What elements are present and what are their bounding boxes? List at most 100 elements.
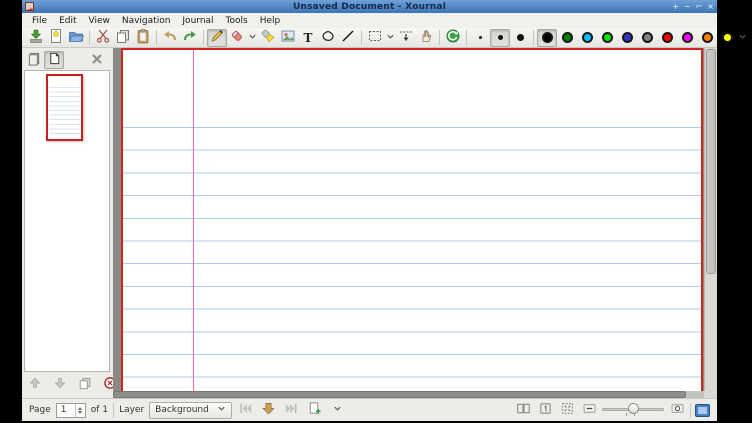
- ruler-icon: [340, 28, 356, 47]
- vertical-scrollbar-thumb[interactable]: [706, 49, 716, 274]
- canvas-area[interactable]: [113, 48, 717, 398]
- first-page-button[interactable]: [237, 402, 255, 418]
- layer-value: Background: [155, 405, 209, 415]
- paired-pages-button[interactable]: [514, 402, 532, 418]
- spin-down-icon[interactable]: [78, 411, 82, 414]
- presentation-mode-button[interactable]: [536, 402, 554, 418]
- paired-pages-icon: [516, 401, 531, 419]
- image-tool-button[interactable]: [278, 29, 298, 47]
- color-lightblue-swatch: [582, 32, 593, 43]
- page-thumbnail-panel[interactable]: [24, 70, 110, 372]
- sidebar-tab-pages[interactable]: [44, 51, 64, 69]
- titlebar[interactable]: Unsaved Document - Xournal + − ⌐ ×: [22, 0, 717, 13]
- chevron-down-icon: [386, 32, 395, 44]
- minimize-button[interactable]: −: [684, 1, 691, 12]
- text-tool-button[interactable]: T: [298, 29, 318, 47]
- zoom-fit-button[interactable]: [558, 402, 576, 418]
- page-thumbnail[interactable]: [46, 74, 83, 141]
- color-orange-swatch: [702, 32, 713, 43]
- menu-edit[interactable]: Edit: [53, 15, 82, 27]
- close-button[interactable]: ×: [707, 1, 714, 12]
- select-options-dropdown[interactable]: [385, 29, 396, 47]
- zoom-reset-button[interactable]: [668, 402, 686, 418]
- menu-tools[interactable]: Tools: [220, 15, 254, 27]
- toolbar-separator: [361, 30, 362, 45]
- color-blue-button[interactable]: [617, 29, 637, 47]
- new-page-options-dropdown[interactable]: [329, 402, 347, 418]
- default-pen-button[interactable]: [443, 29, 463, 47]
- redo-icon: [182, 28, 198, 47]
- sidebar-close-button[interactable]: [87, 51, 107, 69]
- sidebar-tabs: [24, 50, 111, 70]
- chevron-down-icon: [217, 404, 226, 416]
- window-title: Unsaved Document - Xournal: [22, 2, 717, 12]
- paste-icon: [135, 28, 151, 47]
- chevron-down-icon: [333, 404, 342, 416]
- layer-combobox[interactable]: Background: [149, 402, 232, 419]
- vertical-scrollbar[interactable]: [704, 48, 717, 391]
- color-gray-button[interactable]: [637, 29, 657, 47]
- cut-button[interactable]: [93, 29, 113, 47]
- statusbar-separator: [690, 403, 691, 418]
- zoom-out-button[interactable]: [580, 402, 598, 418]
- color-red-button[interactable]: [657, 29, 677, 47]
- color-black-button[interactable]: [537, 29, 557, 47]
- new-page-button[interactable]: [306, 402, 324, 418]
- color-lightblue-button[interactable]: [577, 29, 597, 47]
- highlighter-tool-button[interactable]: [258, 29, 278, 47]
- color-magenta-button[interactable]: [677, 29, 697, 47]
- redo-button[interactable]: [180, 29, 200, 47]
- image-icon: [280, 28, 296, 47]
- maximize-button[interactable]: ⌐: [696, 1, 703, 12]
- thickness-fine-button[interactable]: [470, 29, 490, 47]
- color-yellow-button[interactable]: [717, 29, 737, 47]
- shape-recognizer-button[interactable]: [318, 29, 338, 47]
- save-button[interactable]: [26, 29, 46, 47]
- page-number-spinbox[interactable]: 1: [56, 403, 86, 418]
- menu-help[interactable]: Help: [254, 15, 287, 27]
- shade-button[interactable]: +: [672, 1, 679, 12]
- vertical-space-button[interactable]: [396, 29, 416, 47]
- zoom-slider[interactable]: [602, 402, 664, 418]
- fullscreen-button[interactable]: [695, 404, 710, 417]
- move-page-down-button[interactable]: [51, 376, 69, 392]
- last-page-button[interactable]: [283, 402, 301, 418]
- color-black-swatch: [542, 32, 553, 43]
- sidebar-tab-layers[interactable]: [24, 51, 44, 69]
- color-lightgreen-button[interactable]: [597, 29, 617, 47]
- next-annotated-page-button[interactable]: [260, 402, 278, 418]
- menu-journal[interactable]: Journal: [176, 15, 219, 27]
- thickness-medium-button[interactable]: [490, 29, 510, 47]
- undo-button[interactable]: [160, 29, 180, 47]
- menu-navigation[interactable]: Navigation: [116, 15, 177, 27]
- paste-button[interactable]: [133, 29, 153, 47]
- pen-tool-button[interactable]: [207, 29, 227, 47]
- zoom-fit-icon: [560, 401, 575, 419]
- horizontal-scrollbar-thumb[interactable]: [113, 391, 686, 398]
- horizontal-scrollbar[interactable]: [113, 391, 704, 398]
- more-colors-dropdown[interactable]: [737, 29, 748, 47]
- duplicate-page-button[interactable]: [76, 376, 94, 392]
- menu-file[interactable]: File: [26, 15, 53, 27]
- thickness-thick-button[interactable]: [510, 29, 530, 47]
- spin-up-icon[interactable]: [78, 407, 82, 410]
- move-page-up-button[interactable]: [26, 376, 44, 392]
- open-button[interactable]: [66, 29, 86, 47]
- journal-page[interactable]: [121, 48, 703, 393]
- thickness-thick-icon: [517, 34, 524, 41]
- select-rectangle-button[interactable]: [365, 29, 385, 47]
- sidebar: [22, 48, 113, 398]
- hand-tool-button[interactable]: [416, 29, 436, 47]
- color-green-button[interactable]: [557, 29, 577, 47]
- eraser-tool-button[interactable]: [227, 29, 247, 47]
- color-orange-button[interactable]: [697, 29, 717, 47]
- copy-button[interactable]: [113, 29, 133, 47]
- page-spin-steppers[interactable]: [75, 404, 85, 417]
- main-toolbar: T: [22, 28, 717, 48]
- menu-view[interactable]: View: [83, 15, 116, 27]
- ruler-tool-button[interactable]: [338, 29, 358, 47]
- zoom-slider-handle[interactable]: [628, 403, 639, 414]
- eraser-options-dropdown[interactable]: [247, 29, 258, 47]
- new-button[interactable]: [46, 29, 66, 47]
- text-tool-icon: T: [304, 31, 313, 45]
